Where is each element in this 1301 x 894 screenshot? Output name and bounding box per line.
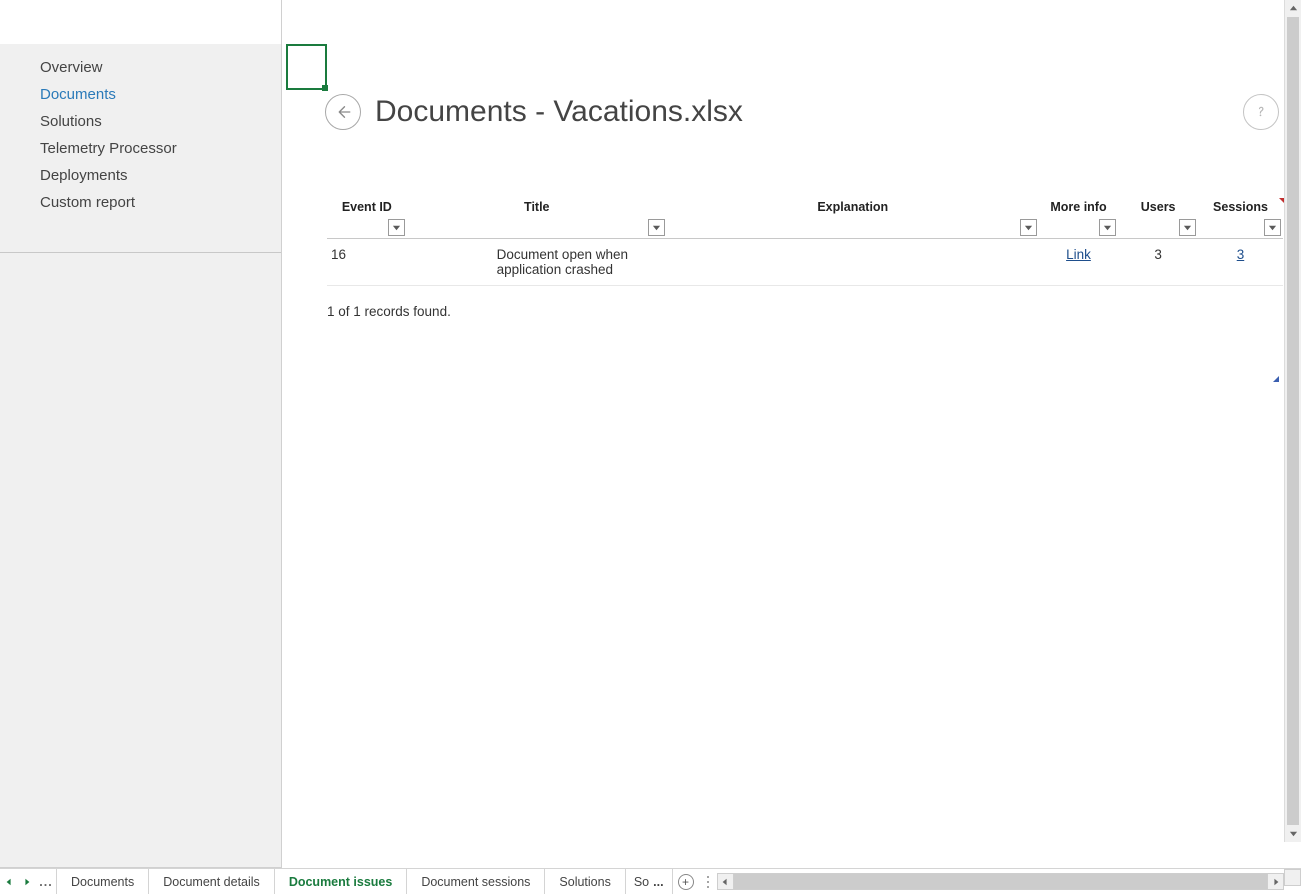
- more-info-link[interactable]: Link: [1066, 247, 1091, 262]
- filter-event-id[interactable]: [388, 219, 405, 236]
- filter-explanation[interactable]: [1020, 219, 1037, 236]
- sidebar-item-custom-report[interactable]: Custom report: [0, 189, 281, 216]
- col-explanation: Explanation: [667, 200, 1039, 239]
- filter-title[interactable]: [648, 219, 665, 236]
- cell-sessions: 3: [1198, 239, 1283, 286]
- content: Documents - Vacations.xlsx: [327, 44, 1283, 868]
- cell-event-id: 16: [327, 239, 407, 286]
- sidebar-divider: [0, 252, 281, 253]
- col-users-label: Users: [1122, 200, 1194, 214]
- arrow-left-icon: [334, 103, 352, 121]
- sidebar-item-solutions[interactable]: Solutions: [0, 108, 281, 135]
- sidebar-item-deployments[interactable]: Deployments: [0, 162, 281, 189]
- vertical-scrollbar[interactable]: [1284, 0, 1301, 842]
- hscroll-right-button[interactable]: [1267, 873, 1284, 890]
- scroll-up-button[interactable]: [1285, 0, 1301, 17]
- col-event-id: Event ID: [327, 200, 407, 239]
- col-event-id-label: Event ID: [331, 200, 403, 214]
- question-icon: [1251, 102, 1271, 122]
- col-explanation-label: Explanation: [671, 200, 1035, 214]
- sheet-tab-bar: ... Documents Document details Document …: [0, 868, 1301, 894]
- sidebar-item-telemetry-processor[interactable]: Telemetry Processor: [0, 135, 281, 162]
- filter-more-info[interactable]: [1099, 219, 1116, 236]
- sheet-tab-document-details[interactable]: Document details: [149, 869, 275, 894]
- sidebar-nav: Overview Documents Solutions Telemetry P…: [0, 44, 281, 216]
- table-row[interactable]: 16 Document open when application crashe…: [327, 239, 1283, 286]
- back-button[interactable]: [325, 94, 361, 130]
- plus-icon: +: [678, 874, 694, 890]
- col-more-info-label: More info: [1043, 200, 1115, 214]
- sheet-tab-overflow-ellipsis: ...: [653, 875, 663, 889]
- app-root: Overview Documents Solutions Telemetry P…: [0, 0, 1301, 894]
- sidebar-item-documents[interactable]: Documents: [0, 81, 281, 108]
- sheet-tab-documents[interactable]: Documents: [56, 869, 149, 894]
- vscroll-thumb[interactable]: [1287, 17, 1299, 825]
- cell-title: Document open when application crashed: [407, 239, 667, 286]
- active-cell-outline[interactable]: [286, 44, 327, 90]
- cell-more-info: Link: [1039, 239, 1119, 286]
- help-button[interactable]: [1243, 94, 1279, 130]
- triangle-right-icon: [23, 878, 31, 886]
- workarea: Overview Documents Solutions Telemetry P…: [0, 0, 1301, 868]
- table-resize-handle[interactable]: [1269, 372, 1279, 382]
- sheet-nav-next[interactable]: [18, 869, 36, 894]
- page-header: Documents - Vacations.xlsx: [327, 44, 1283, 130]
- filter-sessions[interactable]: [1264, 219, 1281, 236]
- sheet-nav-ellipsis[interactable]: ...: [36, 869, 56, 894]
- sheet-tab-document-sessions[interactable]: Document sessions: [407, 869, 545, 894]
- scrollbar-corner: [1284, 869, 1301, 886]
- filter-users[interactable]: [1179, 219, 1196, 236]
- main-area: Documents - Vacations.xlsx: [282, 0, 1301, 868]
- sheet-nav-prev[interactable]: [0, 869, 18, 894]
- col-sessions-label: Sessions: [1202, 200, 1279, 214]
- sidebar: Overview Documents Solutions Telemetry P…: [0, 0, 282, 868]
- sheet-tab-solutions[interactable]: Solutions: [545, 869, 625, 894]
- table-header-row: Event ID Title Explanation: [327, 200, 1283, 239]
- new-sheet-button[interactable]: +: [673, 869, 699, 894]
- page-title: Documents - Vacations.xlsx: [375, 95, 743, 129]
- sheet-tabs: Documents Document details Document issu…: [56, 869, 673, 894]
- col-sessions: Sessions: [1198, 200, 1283, 239]
- hscroll-left-button[interactable]: [717, 873, 734, 890]
- sheet-tab-document-issues[interactable]: Document issues: [275, 869, 408, 894]
- tab-bar-splitter[interactable]: [699, 869, 717, 894]
- col-title: Title: [407, 200, 667, 239]
- scroll-down-button[interactable]: [1285, 825, 1301, 842]
- col-title-label: Title: [411, 200, 663, 214]
- sidebar-item-overview[interactable]: Overview: [0, 54, 281, 81]
- cell-users: 3: [1118, 239, 1198, 286]
- col-more-info: More info: [1039, 200, 1119, 239]
- records-found: 1 of 1 records found.: [327, 304, 1283, 319]
- vscroll-track[interactable]: [1285, 17, 1301, 825]
- sheet-tab-overflow[interactable]: So ...: [626, 869, 673, 894]
- table-wrap: Event ID Title Explanation: [327, 200, 1283, 319]
- sidebar-top-blank: [0, 0, 281, 44]
- triangle-left-icon: [5, 878, 13, 886]
- hscroll-thumb[interactable]: [734, 874, 1267, 889]
- horizontal-scrollbar[interactable]: [717, 869, 1284, 894]
- sheet-tab-overflow-label: So: [634, 875, 649, 889]
- sessions-link[interactable]: 3: [1237, 247, 1245, 262]
- col-users: Users: [1118, 200, 1198, 239]
- cell-explanation: [667, 239, 1039, 286]
- hscroll-track[interactable]: [734, 873, 1267, 890]
- issues-table: Event ID Title Explanation: [327, 200, 1283, 286]
